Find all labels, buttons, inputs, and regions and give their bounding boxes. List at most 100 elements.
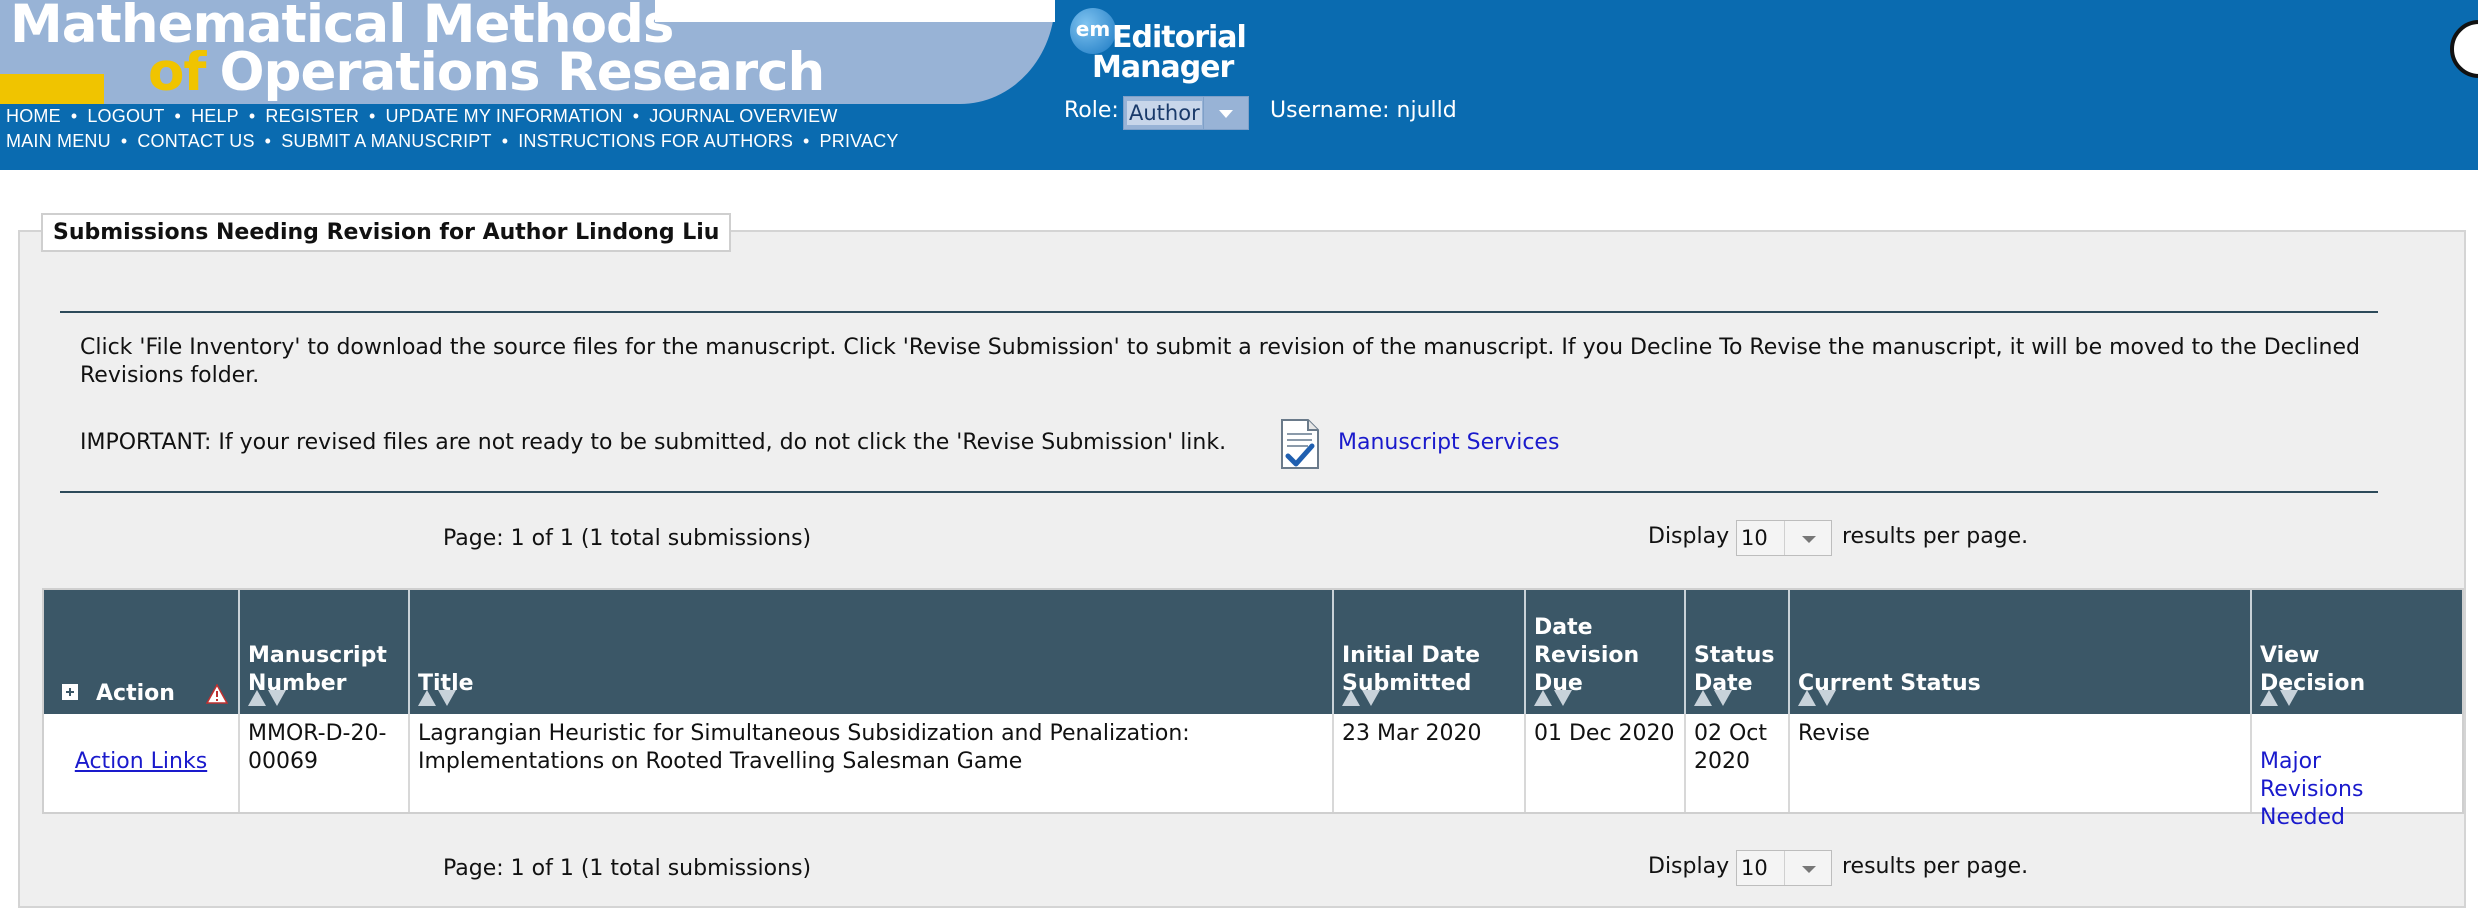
nav-register[interactable]: REGISTER [265, 106, 359, 126]
dropdown-arrow-icon [1784, 521, 1831, 555]
sort-control[interactable] [418, 690, 458, 708]
nav-row-2: MAIN MENU • CONTACT US • SUBMIT A MANUSCRIPT… [6, 131, 899, 152]
col-view-decision[interactable]: View Decision [2252, 590, 2462, 714]
editorial-manager-logo: em Editorial Manager [1070, 8, 1250, 88]
nav-journal-overview[interactable]: JOURNAL OVERVIEW [649, 106, 837, 126]
results-per-page-value: 10 [1741, 856, 1768, 880]
banner-white-strip [655, 0, 1055, 22]
page-info: Page: 1 of 1 (1 total submissions) [443, 526, 812, 551]
col-revision-due[interactable]: Date Revision Due [1526, 590, 1686, 714]
cell-current-status: Revise [1790, 714, 2252, 812]
sort-down-icon[interactable] [1714, 690, 1732, 706]
nav-home[interactable]: HOME [6, 106, 61, 126]
col-revision-due-label: Date Revision Due [1534, 615, 1640, 696]
col-initial-date[interactable]: Initial Date Submitted [1334, 590, 1526, 714]
sort-control[interactable] [2260, 690, 2300, 708]
site-header: Mathematical Methods of Operations Resear… [0, 0, 2478, 170]
nav-separator: • [120, 131, 128, 151]
help-circle-icon[interactable] [2450, 20, 2478, 78]
journal-title-line2: of Operations Research [148, 42, 825, 103]
nav-submit-manuscript[interactable]: SUBMIT A MANUSCRIPT [281, 131, 492, 151]
nav-separator: • [70, 106, 78, 126]
col-action: Action [44, 590, 240, 714]
table-header-row: Action Manuscript Number Title Initial D… [44, 590, 2462, 714]
journal-banner: Mathematical Methods of Operations Resear… [0, 0, 1055, 104]
nav-help[interactable]: HELP [191, 106, 239, 126]
panel-title: Submissions Needing Revision for Author … [41, 213, 732, 252]
sort-up-icon[interactable] [2260, 690, 2278, 706]
sort-down-icon[interactable] [2280, 690, 2298, 706]
cell-status-date: 02 Oct 2020 [1686, 714, 1790, 812]
cell-manuscript-number: MMOR-D-20- 00069 [240, 714, 410, 812]
sort-down-icon[interactable] [268, 690, 286, 706]
results-per-page-label: results per page. [1842, 524, 2029, 549]
sort-up-icon[interactable] [1694, 690, 1712, 706]
display-label: Display [1648, 524, 1730, 549]
nav-separator: • [174, 106, 182, 126]
nav-main-menu[interactable]: MAIN MENU [6, 131, 111, 151]
display-label: Display [1648, 854, 1730, 879]
results-per-page-value: 10 [1741, 526, 1768, 550]
cell-title: Lagrangian Heuristic for Simultaneous Su… [410, 714, 1334, 812]
cell-view-decision: Major Revisions Needed [2252, 714, 2462, 830]
expand-icon[interactable] [62, 684, 78, 700]
dropdown-arrow-icon [1784, 851, 1831, 885]
document-check-icon[interactable] [1278, 418, 1322, 472]
nav-row-1: HOME • LOGOUT • HELP • REGISTER • UPDATE MY INFO… [6, 106, 838, 127]
sort-control[interactable] [1798, 690, 1838, 708]
nav-instructions-for-authors[interactable]: INSTRUCTIONS FOR AUTHORS [518, 131, 793, 151]
sort-control[interactable] [1534, 690, 1574, 708]
nav-update-info[interactable]: UPDATE MY INFORMATION [386, 106, 623, 126]
sort-down-icon[interactable] [438, 690, 456, 706]
results-per-page-select[interactable]: 10 [1736, 850, 1832, 886]
submissions-table: Action Manuscript Number Title Initial D… [42, 588, 2464, 830]
nav-contact-us[interactable]: CONTACT US [137, 131, 254, 151]
important-text: IMPORTANT: If your revised files are not… [80, 430, 1227, 455]
sort-up-icon[interactable] [1342, 690, 1360, 706]
warning-icon [206, 684, 228, 704]
dropdown-arrow-icon [1203, 97, 1248, 129]
cell-action: Action Links [44, 714, 240, 812]
cell-initial-date: 23 Mar 2020 [1334, 714, 1526, 812]
sort-control[interactable] [1342, 690, 1382, 708]
instructions-text: Click 'File Inventory' to download the s… [80, 335, 2360, 388]
em-logo-circle: em [1070, 8, 1116, 54]
role-select-value: Author [1127, 101, 1202, 125]
pager-bottom: Page: 1 of 1 (1 total submissions) Displ… [20, 848, 2464, 888]
sort-up-icon[interactable] [418, 690, 436, 706]
nav-privacy[interactable]: PRIVACY [820, 131, 899, 151]
nav-separator: • [501, 131, 509, 151]
banner-yellow-block [0, 74, 104, 104]
username-display: Username: njulld [1270, 98, 1457, 123]
role-label: Role: [1064, 98, 1119, 123]
results-per-page-label: results per page. [1842, 854, 2029, 879]
submissions-panel: Submissions Needing Revision for Author … [18, 213, 2466, 908]
sort-down-icon[interactable] [1554, 690, 1572, 706]
journal-title-line2-text: Operations Research [219, 42, 825, 103]
nav-separator: • [803, 131, 810, 151]
manuscript-services-link[interactable]: Manuscript Services [1338, 430, 1559, 455]
sort-down-icon[interactable] [1362, 690, 1380, 706]
results-per-page-select[interactable]: 10 [1736, 520, 1832, 556]
em-logo-line2: Manager [1092, 50, 1234, 85]
nav-separator: • [264, 131, 272, 151]
nav-separator: • [369, 106, 376, 126]
nav-logout[interactable]: LOGOUT [87, 106, 164, 126]
sort-up-icon[interactable] [248, 690, 266, 706]
nav-separator: • [248, 106, 256, 126]
sort-up-icon[interactable] [1798, 690, 1816, 706]
sort-up-icon[interactable] [1534, 690, 1552, 706]
view-decision-link[interactable]: Major Revisions Needed [2260, 749, 2363, 830]
role-select[interactable]: Author [1123, 96, 1249, 130]
sort-down-icon[interactable] [1818, 690, 1836, 706]
page-info: Page: 1 of 1 (1 total submissions) [443, 856, 812, 881]
action-links-link[interactable]: Action Links [75, 749, 207, 774]
sort-control[interactable] [248, 690, 288, 708]
col-status-date[interactable]: Status Date [1686, 590, 1790, 714]
col-current-status[interactable]: Current Status [1790, 590, 2252, 714]
col-title[interactable]: Title [410, 590, 1334, 714]
col-manuscript-number[interactable]: Manuscript Number [240, 590, 410, 714]
sort-control[interactable] [1694, 690, 1734, 708]
table-row: Action Links MMOR-D-20- 00069 Lagrangian… [44, 714, 2462, 830]
journal-title-of: of [148, 42, 206, 103]
